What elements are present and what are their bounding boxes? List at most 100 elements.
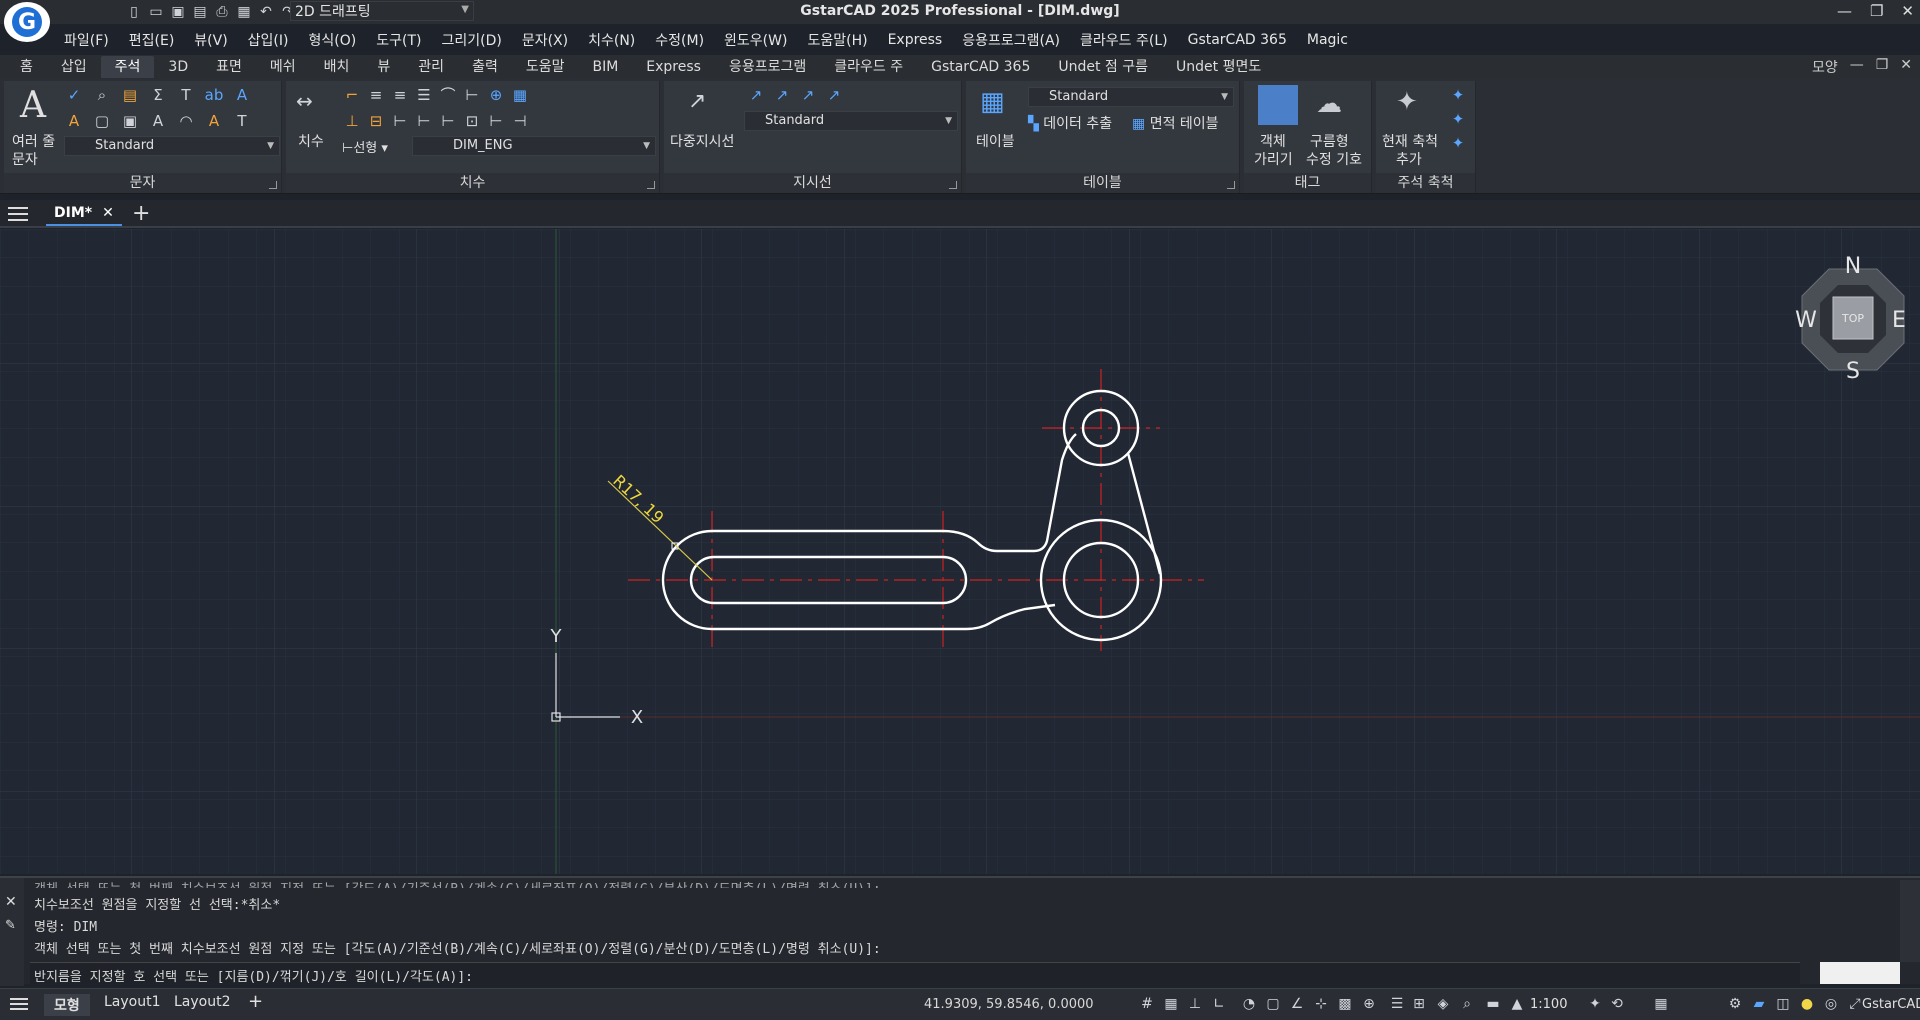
menu-gstarcad365[interactable]: GstarCAD 365 xyxy=(1178,32,1297,48)
tab-cloud[interactable]: 클라우드 주 xyxy=(820,56,917,78)
annotation-scale-icon[interactable]: ✦ xyxy=(1396,87,1418,117)
dim-inspect-icon[interactable]: ▦ xyxy=(510,85,530,105)
menu-hamburger-icon[interactable] xyxy=(8,207,28,221)
multileader-label[interactable]: 다중지시선 xyxy=(670,131,734,151)
tab-view[interactable]: 뷰 xyxy=(363,56,404,78)
panel-launcher-icon[interactable] xyxy=(949,181,957,189)
menu-cloud[interactable]: 클라우드 주(L) xyxy=(1070,30,1178,50)
table-label[interactable]: 테이블 xyxy=(976,131,1015,151)
text-lock-icon[interactable]: ▣ xyxy=(120,111,140,131)
tab-home[interactable]: 홈 xyxy=(6,56,47,78)
text-align-icon[interactable]: T xyxy=(176,85,196,105)
annotation-scale-status-icon[interactable]: ▲ xyxy=(1508,995,1526,1013)
text-fit-icon[interactable]: A xyxy=(204,111,224,131)
menu-draw[interactable]: 그리기(D) xyxy=(431,30,511,50)
scale-sync-icon[interactable]: ✦ xyxy=(1448,85,1468,105)
osnap-track-icon[interactable]: ∠ xyxy=(1288,995,1306,1013)
leader-remove-icon[interactable]: ↗ xyxy=(772,85,792,105)
polar-toggle-icon[interactable]: ◔ xyxy=(1240,995,1258,1013)
tab-mesh[interactable]: 메쉬 xyxy=(256,56,310,78)
dim-break-icon[interactable]: ⊢ xyxy=(462,85,482,105)
dim-jogline-icon[interactable]: ⊣ xyxy=(510,111,530,131)
dim-arc-icon[interactable]: ⌒ xyxy=(438,85,458,105)
customize-icon[interactable]: ▦ xyxy=(1652,995,1670,1013)
drawing-canvas[interactable]: Y X R17, 19 TOP N S E W xyxy=(0,229,1920,874)
workspace-status-icon[interactable]: ⟲ xyxy=(1608,995,1626,1013)
add-layout-icon[interactable]: + xyxy=(248,991,263,1012)
annotation-scale-value[interactable]: 1:100 xyxy=(1530,997,1567,1012)
document-tab[interactable]: DIM* ✕ xyxy=(46,202,122,226)
wipeout-label-2[interactable]: 가리기 xyxy=(1254,149,1293,169)
auto-scale-icon[interactable]: ✦ xyxy=(1586,995,1604,1013)
infer-toggle-icon[interactable]: ⊥ xyxy=(1186,995,1204,1013)
clean-screen-icon[interactable]: ◎ xyxy=(1822,995,1840,1013)
dimension-icon[interactable]: ↔ xyxy=(296,89,313,113)
snap-toggle-icon[interactable]: ▦ xyxy=(1162,995,1180,1013)
selection-cycling-icon[interactable]: ⊞ xyxy=(1410,995,1428,1013)
leader-style-select[interactable]: Standard ▼ xyxy=(744,111,958,131)
dim-oblique-icon[interactable]: ⊥ xyxy=(342,111,362,131)
dim-style-select[interactable]: DIM_ENG ▼ xyxy=(412,136,656,156)
compass-east[interactable]: E xyxy=(1892,308,1906,333)
dim-reassociate-icon[interactable]: ⊢ xyxy=(390,111,410,131)
zoom-icon[interactable]: ⌕ xyxy=(1458,995,1476,1013)
menu-window[interactable]: 윈도우(W) xyxy=(714,30,797,50)
tab-help[interactable]: 도움말 xyxy=(512,56,579,78)
dyn-input-icon[interactable]: ▩ xyxy=(1336,995,1354,1013)
lock-ui-icon[interactable]: ▰ xyxy=(1750,995,1768,1013)
wipeout-icon[interactable] xyxy=(1258,85,1298,125)
menu-edit[interactable]: 편집(E) xyxy=(119,30,185,50)
panel-launcher-icon[interactable] xyxy=(647,181,655,189)
menu-text[interactable]: 문자(X) xyxy=(512,30,578,50)
osnap-toggle-icon[interactable]: ⊹ xyxy=(1312,995,1330,1013)
revision-cloud-icon[interactable]: ☁ xyxy=(1316,89,1342,119)
scale-label-2[interactable]: 추가 xyxy=(1396,149,1422,169)
tab-manage[interactable]: 관리 xyxy=(404,56,458,78)
menu-format[interactable]: 형식(O) xyxy=(299,30,367,50)
tab-layout[interactable]: 배치 xyxy=(310,56,364,78)
command-hscrollbar[interactable] xyxy=(1820,962,1900,984)
isodraft-toggle-icon[interactable]: ▢ xyxy=(1264,995,1282,1013)
menu-view[interactable]: 뷰(V) xyxy=(184,30,237,50)
dim-baseline-icon[interactable]: ≡ xyxy=(366,85,386,105)
leader-align-icon[interactable]: ↗ xyxy=(798,85,818,105)
spell-check-icon[interactable]: ✓ xyxy=(64,85,84,105)
isolate-objects-icon[interactable]: ● xyxy=(1798,995,1816,1013)
data-extract-button[interactable]: ▚ 데이터 추출 xyxy=(1028,113,1112,133)
command-settings-icon[interactable]: ✎ xyxy=(5,918,16,933)
leader-add-icon[interactable]: ↗ xyxy=(746,85,766,105)
multileader-icon[interactable]: ↗ xyxy=(688,89,706,114)
tab-3d[interactable]: 3D xyxy=(154,56,202,78)
wipeout-label-1[interactable]: 객체 xyxy=(1260,131,1286,151)
dim-linear-button[interactable]: ⊢선형 ▾ xyxy=(342,137,388,156)
menu-file[interactable]: 파일(F) xyxy=(54,30,119,50)
compass-north[interactable]: N xyxy=(1845,254,1861,279)
dim-center-icon[interactable]: ⊕ xyxy=(486,85,506,105)
new-tab-icon[interactable]: + xyxy=(132,201,150,226)
text-justify-icon[interactable]: T xyxy=(232,111,252,131)
minimize-icon[interactable]: — xyxy=(1837,2,1852,20)
menu-express[interactable]: Express xyxy=(878,32,953,48)
close-icon[interactable]: ✕ xyxy=(1901,2,1914,20)
multiline-text-label-2[interactable]: 문자 xyxy=(12,149,38,169)
dim-space-icon[interactable]: ☰ xyxy=(414,85,434,105)
text-case-icon[interactable]: A xyxy=(148,111,168,131)
menu-help[interactable]: 도움말(H) xyxy=(797,30,877,50)
tab-undet-plan[interactable]: Undet 평면도 xyxy=(1162,56,1275,78)
dim-update-icon[interactable]: ⊡ xyxy=(462,111,482,131)
tab-output[interactable]: 출력 xyxy=(458,56,512,78)
dim-override-icon[interactable]: ⊢ xyxy=(438,111,458,131)
text-mask-icon[interactable]: A xyxy=(64,111,84,131)
ortho-toggle-icon[interactable]: ∟ xyxy=(1210,995,1228,1013)
layout-menu-icon[interactable] xyxy=(10,998,28,1010)
dim-quick-icon[interactable]: ⌐ xyxy=(342,85,362,105)
scale-add-icon[interactable]: ✦ xyxy=(1448,109,1468,129)
text-box-icon[interactable]: ▢ xyxy=(92,111,112,131)
ribbon-restore-icon[interactable]: ❐ xyxy=(1876,57,1889,77)
tab-model[interactable]: 모형 xyxy=(44,994,90,1016)
tab-gstarcad365[interactable]: GstarCAD 365 xyxy=(917,56,1044,78)
ribbon-close-icon[interactable]: ✕ xyxy=(1900,57,1912,77)
tab-layout2[interactable]: Layout2 xyxy=(174,994,231,1010)
revcloud-label-1[interactable]: 구름형 xyxy=(1310,131,1349,151)
settings-gear-icon[interactable]: ⚙ xyxy=(1726,995,1744,1013)
